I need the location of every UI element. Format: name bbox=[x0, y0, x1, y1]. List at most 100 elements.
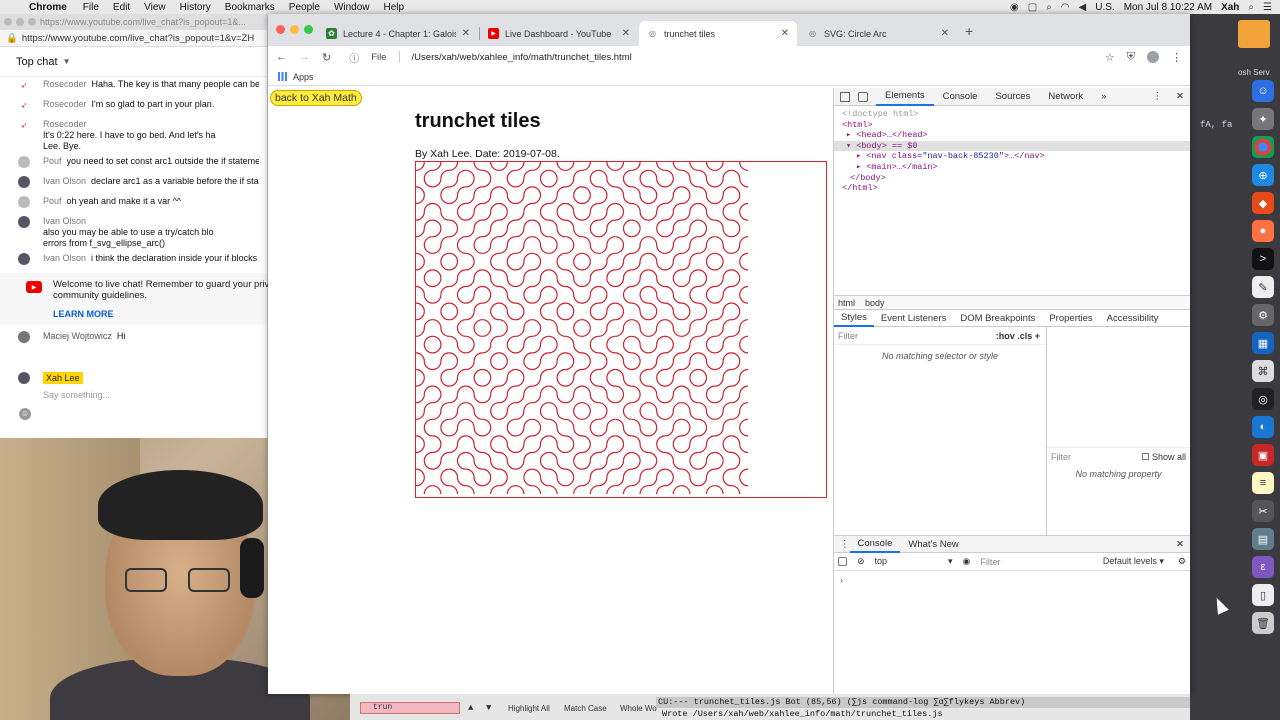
devtools-close-icon[interactable]: ✕ bbox=[1176, 91, 1184, 102]
dock-tool-icon[interactable]: ✂ bbox=[1252, 500, 1274, 522]
window-zoom-button[interactable] bbox=[304, 25, 313, 34]
log-levels-dropdown[interactable]: Default levels ▾ bbox=[1103, 556, 1164, 567]
menu-window[interactable]: Window bbox=[327, 2, 377, 13]
tab-lecture[interactable]: ✿ Lecture 4 - Chapter 1: Galois C ✕ bbox=[318, 21, 478, 46]
dock-emacs-icon[interactable]: ε bbox=[1252, 556, 1274, 578]
hov-cls-toggles[interactable]: :hov .cls + bbox=[996, 331, 1046, 341]
menu-people[interactable]: People bbox=[282, 2, 327, 13]
dock-game-icon[interactable]: ▣ bbox=[1252, 444, 1274, 466]
menu-bookmarks[interactable]: Bookmarks bbox=[218, 2, 282, 13]
status-volume-icon[interactable]: ◀ bbox=[1079, 2, 1087, 13]
drawer-close-icon[interactable]: ✕ bbox=[1176, 539, 1190, 550]
dock-launchpad-icon[interactable]: ✦ bbox=[1252, 108, 1274, 130]
computed-filter-input[interactable]: Filter bbox=[1051, 452, 1071, 462]
menu-edit[interactable]: Edit bbox=[106, 2, 137, 13]
chat-input[interactable]: Say something... bbox=[43, 390, 268, 400]
dom-head-node[interactable]: ▸ <head>…</head> bbox=[842, 130, 1182, 141]
chat-author[interactable]: Maciej Wojtowicz bbox=[43, 331, 112, 342]
kebab-menu-icon[interactable]: ⋮ bbox=[1171, 51, 1182, 64]
tab-trunchet-tiles[interactable]: ◎ trunchet tiles ✕ bbox=[639, 21, 797, 46]
dock-keyboard-icon[interactable]: ⌘ bbox=[1252, 360, 1274, 382]
chat-author[interactable]: Ivan Olson bbox=[43, 253, 86, 264]
dock-calendar-icon[interactable]: ▦ bbox=[1252, 332, 1274, 354]
dock-textedit-icon[interactable]: ✎ bbox=[1252, 276, 1274, 298]
tab-elements[interactable]: Elements bbox=[876, 88, 934, 106]
chat-author[interactable]: Pouf bbox=[43, 196, 62, 207]
chat-author[interactable]: Ivan Olson bbox=[43, 176, 86, 187]
chat-author[interactable]: Ivan Olson bbox=[43, 216, 86, 226]
find-bar-input[interactable]: trun bbox=[360, 702, 460, 714]
chat-author[interactable]: Rosecoder bbox=[43, 79, 87, 90]
forward-arrow-icon[interactable]: → bbox=[299, 51, 310, 63]
chat-author[interactable]: Rosecoder bbox=[43, 99, 87, 110]
context-selector[interactable]: top ▾ bbox=[875, 556, 953, 567]
dock-app-icon[interactable]: ◐ bbox=[1252, 416, 1274, 438]
dock-preview-icon[interactable]: ▤ bbox=[1252, 528, 1274, 550]
chat-url-bar[interactable]: 🔒 https://www.youtube.com/live_chat?is_p… bbox=[0, 30, 267, 47]
apps-grid-icon[interactable] bbox=[278, 72, 287, 81]
dom-main-node[interactable]: ▸ <main>…</main> bbox=[842, 162, 1182, 173]
dom-html-close[interactable]: </html> bbox=[842, 183, 1182, 194]
console-prompt[interactable]: › bbox=[834, 571, 1190, 589]
dom-html-open[interactable]: <html> bbox=[842, 120, 1182, 131]
desktop-folder-icon[interactable] bbox=[1238, 20, 1270, 48]
notification-center-icon[interactable]: ☰ bbox=[1263, 2, 1272, 13]
menu-file[interactable]: File bbox=[76, 2, 106, 13]
menu-history[interactable]: History bbox=[173, 2, 218, 13]
tab-console[interactable]: Console bbox=[934, 88, 987, 106]
sidebar-toggle-icon[interactable] bbox=[838, 557, 847, 566]
close-icon[interactable]: ✕ bbox=[622, 28, 630, 39]
bookmark-star-icon[interactable]: ☆ bbox=[1105, 51, 1115, 64]
device-toolbar-icon[interactable] bbox=[858, 91, 868, 102]
chat-author[interactable]: Pouf bbox=[43, 156, 62, 167]
learn-more-link[interactable]: LEARN MORE bbox=[53, 309, 275, 319]
show-all-checkbox[interactable] bbox=[1141, 453, 1149, 460]
tab-network[interactable]: Network bbox=[1039, 88, 1092, 106]
tab-accessibility[interactable]: Accessibility bbox=[1100, 310, 1166, 327]
dom-nav-node[interactable]: ▸ <nav class="nav-back-85230">…</nav> bbox=[842, 151, 1182, 162]
extension-shield-icon[interactable]: ⛨ bbox=[1127, 51, 1135, 64]
show-all-toggle[interactable]: Show all bbox=[1141, 452, 1190, 462]
dock-document-icon[interactable]: ▯ bbox=[1252, 584, 1274, 606]
chat-close-dot[interactable] bbox=[4, 18, 12, 26]
breadcrumb-html[interactable]: html bbox=[838, 298, 855, 308]
menubar-user[interactable]: Xah bbox=[1221, 2, 1239, 13]
window-close-button[interactable] bbox=[276, 25, 285, 34]
dom-body-node-selected[interactable]: ▾ <body> == $0 bbox=[834, 140, 1190, 152]
eye-icon[interactable]: ◉ bbox=[963, 556, 971, 567]
dock-notes-icon[interactable]: ≡ bbox=[1252, 472, 1274, 494]
console-settings-gear-icon[interactable]: ⚙ bbox=[1178, 556, 1186, 567]
inspect-element-icon[interactable] bbox=[840, 91, 850, 102]
menu-app-name[interactable]: Chrome bbox=[20, 2, 76, 13]
dock-firefox-icon[interactable]: ● bbox=[1252, 220, 1274, 242]
menu-view[interactable]: View bbox=[137, 2, 173, 13]
tab-styles[interactable]: Styles bbox=[834, 310, 874, 327]
dom-doctype[interactable]: <!doctype html> bbox=[842, 109, 1182, 120]
tab-sources[interactable]: Sources bbox=[986, 88, 1039, 106]
reload-icon[interactable]: ↻ bbox=[322, 51, 331, 64]
dock-obs-icon[interactable]: ◎ bbox=[1252, 388, 1274, 410]
dock-trash-icon[interactable]: 🗑 bbox=[1252, 612, 1274, 634]
console-filter-input[interactable]: Filter bbox=[980, 557, 1070, 567]
emoji-icon[interactable]: ☺ bbox=[19, 408, 31, 420]
devtools-menu-icon[interactable]: ⋮ bbox=[1153, 91, 1163, 102]
input-source[interactable]: U.S. bbox=[1095, 2, 1114, 13]
find-whole-word[interactable]: Whole Wo bbox=[620, 704, 657, 713]
tab-properties[interactable]: Properties bbox=[1042, 310, 1099, 327]
dock-terminal-icon[interactable]: > bbox=[1252, 248, 1274, 270]
profile-avatar-icon[interactable] bbox=[1147, 51, 1159, 63]
bookmark-apps[interactable]: Apps bbox=[293, 72, 314, 82]
find-match-case[interactable]: Match Case bbox=[564, 704, 607, 713]
status-record-icon[interactable]: ◉ bbox=[1010, 2, 1019, 13]
drawer-menu-icon[interactable]: ⋮ bbox=[840, 539, 850, 550]
dock-settings-icon[interactable]: ⚙ bbox=[1252, 304, 1274, 326]
chat-zoom-dot[interactable] bbox=[28, 18, 36, 26]
back-to-xah-math-link[interactable]: back to Xah Math bbox=[270, 90, 362, 106]
tab-svg-circle-arc[interactable]: ◎ SVG: Circle Arc ✕ bbox=[799, 21, 957, 46]
chat-author[interactable]: Rosecoder bbox=[43, 119, 87, 129]
chat-minimize-dot[interactable] bbox=[16, 18, 24, 26]
status-search-icon[interactable]: ⌕ bbox=[1046, 2, 1052, 13]
spotlight-icon[interactable]: ⌕ bbox=[1248, 2, 1254, 13]
info-icon[interactable]: ⓘ bbox=[349, 50, 359, 65]
close-icon[interactable]: ✕ bbox=[462, 28, 470, 39]
